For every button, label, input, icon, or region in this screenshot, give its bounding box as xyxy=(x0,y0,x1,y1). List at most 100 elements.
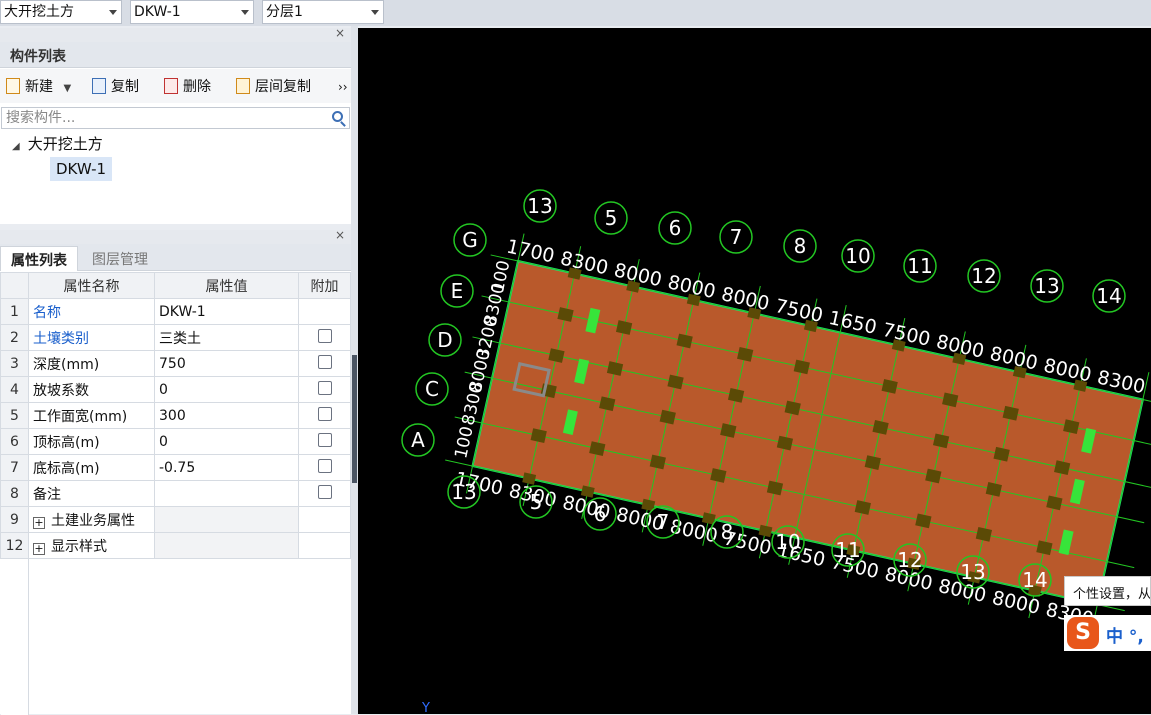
property-name: 备注 xyxy=(28,480,155,507)
component-type-dropdown[interactable]: 大开挖土方 xyxy=(0,0,122,24)
attach-checkbox[interactable] xyxy=(317,354,332,369)
property-header-row: 属性名称 属性值 附加 xyxy=(0,272,351,299)
property-row[interactable]: 6 顶标高(m) 0 xyxy=(0,428,351,455)
property-value[interactable]: 三类土 xyxy=(154,324,299,351)
property-name-label: 顶标高(m) xyxy=(33,434,100,451)
cad-drawing[interactable]: 1700 8300 8000 8000 8000 7500 1650 7500 8000 8000… xyxy=(358,28,1151,714)
property-row[interactable]: 2 土壤类别 三类土 xyxy=(0,324,351,351)
axis-label: 14 xyxy=(1096,284,1121,308)
axis-label: G xyxy=(462,228,478,252)
attach-checkbox[interactable] xyxy=(317,432,332,447)
delete-button[interactable]: 删除 xyxy=(164,77,211,97)
property-value[interactable]: 750 xyxy=(154,350,299,377)
property-name-label: 名称 xyxy=(33,304,61,321)
floor-copy-icon xyxy=(236,78,250,94)
ime-mode[interactable]: 中 °, xyxy=(1106,622,1144,647)
axis-label: 8 xyxy=(721,520,734,544)
property-row[interactable]: 7 底标高(m) -0.75 xyxy=(0,454,351,481)
row-number: 6 xyxy=(0,428,29,455)
property-name-label: 底标高(m) xyxy=(33,460,100,477)
axis-label: 8 xyxy=(794,234,807,258)
close-icon[interactable]: × xyxy=(335,228,345,242)
property-name: 顶标高(m) xyxy=(28,428,155,455)
tree-group-row[interactable]: ◢ 大开挖土方 xyxy=(12,132,103,156)
property-row[interactable]: 12 + 显示样式 xyxy=(0,532,351,559)
axis-label: 7 xyxy=(730,225,743,249)
attach-checkbox[interactable] xyxy=(317,406,332,421)
axis-label: 13 xyxy=(527,194,552,218)
property-value[interactable]: 0 xyxy=(154,376,299,403)
property-row[interactable]: 4 放坡系数 0 xyxy=(0,376,351,403)
property-value[interactable] xyxy=(154,506,299,533)
axis-label: 6 xyxy=(669,216,682,240)
search-input[interactable]: 搜索构件... xyxy=(1,107,350,129)
search-icon[interactable] xyxy=(332,111,343,122)
chevron-down-icon xyxy=(371,10,379,15)
property-name-label: 备注 xyxy=(33,486,61,503)
property-extra xyxy=(298,350,351,377)
floor-copy-button[interactable]: 层间复制 xyxy=(236,77,311,97)
more-button[interactable]: ›› xyxy=(338,77,348,97)
new-button[interactable]: 新建 ▼ xyxy=(6,77,71,97)
attach-checkbox[interactable] xyxy=(317,484,332,499)
property-value[interactable]: DKW-1 xyxy=(154,298,299,325)
property-row[interactable]: 3 深度(mm) 750 xyxy=(0,350,351,377)
property-row[interactable]: 8 备注 xyxy=(0,480,351,507)
axis-label: 5 xyxy=(605,206,618,230)
property-extra xyxy=(298,480,351,507)
row-number: 5 xyxy=(0,402,29,429)
property-extra xyxy=(298,454,351,481)
property-name: 深度(mm) xyxy=(28,350,155,377)
collapse-triangle-icon[interactable]: ◢ xyxy=(12,141,20,152)
empty-row xyxy=(0,636,351,663)
axis-label: 10 xyxy=(845,244,870,268)
close-icon[interactable]: × xyxy=(335,26,345,40)
expand-icon[interactable]: + xyxy=(33,542,45,555)
row-number: 4 xyxy=(0,376,29,403)
chevron-down-icon: ▼ xyxy=(63,83,72,94)
property-value[interactable] xyxy=(154,532,299,559)
empty-row xyxy=(0,584,351,611)
row-number: 2 xyxy=(0,324,29,351)
tree-item-dkw-1[interactable]: DKW-1 xyxy=(50,157,113,181)
property-row[interactable]: 1 名称 DKW-1 xyxy=(0,298,351,325)
expand-icon[interactable]: + xyxy=(33,516,45,529)
property-name-label: 工作面宽(mm) xyxy=(33,408,128,425)
component-name-dropdown[interactable]: DKW-1 xyxy=(130,0,254,24)
drawing-canvas[interactable]: 1700 8300 8000 8000 8000 7500 1650 7500 8000 8000… xyxy=(358,28,1151,714)
splitter-grip[interactable] xyxy=(352,355,357,483)
axis-label: 13 xyxy=(1034,274,1059,298)
property-value[interactable] xyxy=(154,480,299,507)
axis-label: 13 xyxy=(960,560,985,584)
property-value[interactable]: -0.75 xyxy=(154,454,299,481)
property-name-label: 显示样式 xyxy=(51,538,107,555)
delete-icon xyxy=(164,78,178,94)
ime-toolbar[interactable]: S 中 °, xyxy=(1064,615,1151,651)
empty-row xyxy=(0,662,351,689)
property-row[interactable]: 5 工作面宽(mm) 300 xyxy=(0,402,351,429)
copy-button[interactable]: 复制 xyxy=(92,77,139,97)
sogou-logo-icon[interactable]: S xyxy=(1067,617,1099,649)
property-value[interactable]: 300 xyxy=(154,402,299,429)
tab-layer-management[interactable]: 图层管理 xyxy=(82,246,158,271)
attach-checkbox[interactable] xyxy=(317,458,332,473)
layer-dropdown[interactable]: 分层1 xyxy=(262,0,384,24)
axis-label: 12 xyxy=(971,264,996,288)
property-value[interactable]: 0 xyxy=(154,428,299,455)
property-name: + 土建业务属性 xyxy=(28,506,155,533)
axis-label: 10 xyxy=(775,530,800,554)
panel-close-bar: × xyxy=(0,228,351,244)
empty-row xyxy=(0,610,351,637)
property-extra-header: 附加 xyxy=(298,272,351,299)
row-number: 12 xyxy=(0,532,29,559)
row-number: 9 xyxy=(0,506,29,533)
property-name-label: 深度(mm) xyxy=(33,356,100,373)
attach-checkbox[interactable] xyxy=(317,328,332,343)
property-extra xyxy=(298,324,351,351)
axis-label: 5 xyxy=(530,490,543,514)
row-number: 1 xyxy=(0,298,29,325)
axis-indicator-y: Y xyxy=(421,701,430,714)
attach-checkbox[interactable] xyxy=(317,380,332,395)
tab-property-list[interactable]: 属性列表 xyxy=(0,246,78,271)
property-row[interactable]: 9 + 土建业务属性 xyxy=(0,506,351,533)
